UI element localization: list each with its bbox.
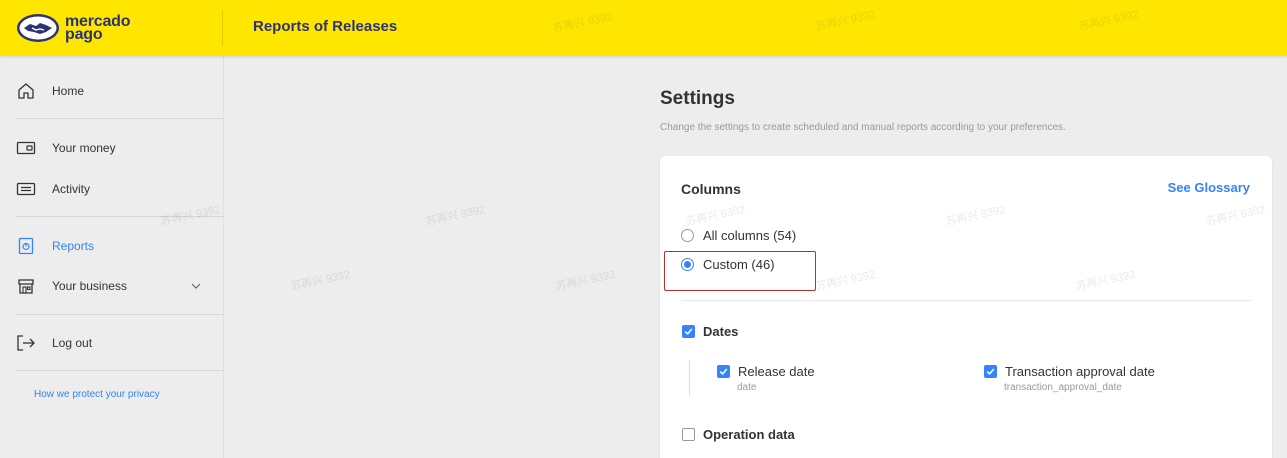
sidebar-separator [16,370,224,371]
sidebar-separator [16,118,224,119]
sidebar: Home Your money Activity Reports Your bu… [0,56,224,458]
watermark: 苏再兴 9392 [554,268,617,294]
settings-title: Settings [660,88,735,109]
sidebar-item-label: Log out [52,336,93,350]
columns-card: Columns See Glossary All columns (54) Cu… [660,156,1272,458]
field-key: transaction_approval_date [1004,382,1122,393]
checkbox[interactable] [984,365,997,378]
checkmark-icon [684,328,693,335]
privacy-link[interactable]: How we protect your privacy [34,389,160,400]
radio-label: All columns (54) [703,228,797,243]
checkbox-label: Transaction approval date [1005,364,1155,379]
field-key: date [737,382,757,393]
sidebar-item-your-business[interactable]: Your business [0,268,224,304]
chevron-down-icon[interactable] [190,280,202,292]
sidebar-item-home[interactable]: Home [0,73,224,109]
tree-line [689,360,690,396]
checkbox-label: Operation data [703,427,795,442]
header-divider [222,10,223,46]
card-title: Columns [681,181,741,197]
list-icon [16,179,36,199]
see-glossary-link[interactable]: See Glossary [1168,180,1250,195]
field-transaction-approval-date[interactable]: Transaction approval date [984,364,1155,379]
field-release-date[interactable]: Release date [717,364,815,379]
page-title: Reports of Releases [253,18,398,35]
checkbox-label: Dates [703,324,739,339]
logo-wordmark: mercado pago [65,14,130,43]
sidebar-item-label: Home [52,84,85,98]
top-header: mercado pago Reports of Releases [0,0,1287,56]
radio-button[interactable] [681,229,694,242]
group-dates[interactable]: Dates [682,324,738,339]
reports-icon [16,236,36,256]
sidebar-item-label: Your money [52,141,116,155]
checkbox[interactable] [717,365,730,378]
sidebar-item-label: Activity [52,182,91,196]
checkbox[interactable] [682,325,695,338]
watermark: 苏再兴 9392 [289,268,352,294]
sidebar-item-activity[interactable]: Activity [0,171,224,207]
group-operation-data[interactable]: Operation data [682,427,795,442]
mercado-pago-logo[interactable]: mercado pago [16,9,146,47]
watermark: 苏再兴 9392 [424,203,487,229]
sidebar-separator [16,216,224,217]
settings-subtitle: Change the settings to create scheduled … [660,122,1066,133]
sidebar-separator [16,314,224,315]
highlight-annotation [664,251,816,291]
radio-all-columns[interactable]: All columns (54) [681,228,796,243]
sidebar-item-log-out[interactable]: Log out [0,325,224,361]
sidebar-item-reports[interactable]: Reports [0,228,224,264]
checkbox-label: Release date [738,364,815,379]
wallet-icon [16,138,36,158]
sidebar-item-label: Reports [52,239,95,253]
checkbox[interactable] [682,428,695,441]
store-icon [16,276,36,296]
handshake-logo-icon [17,14,59,42]
sidebar-item-label: Your business [52,279,127,293]
sidebar-item-your-money[interactable]: Your money [0,130,224,166]
checkmark-icon [986,368,995,375]
home-icon [16,81,36,101]
checkmark-icon [719,368,728,375]
logout-icon [16,333,36,353]
card-divider [681,300,1251,301]
